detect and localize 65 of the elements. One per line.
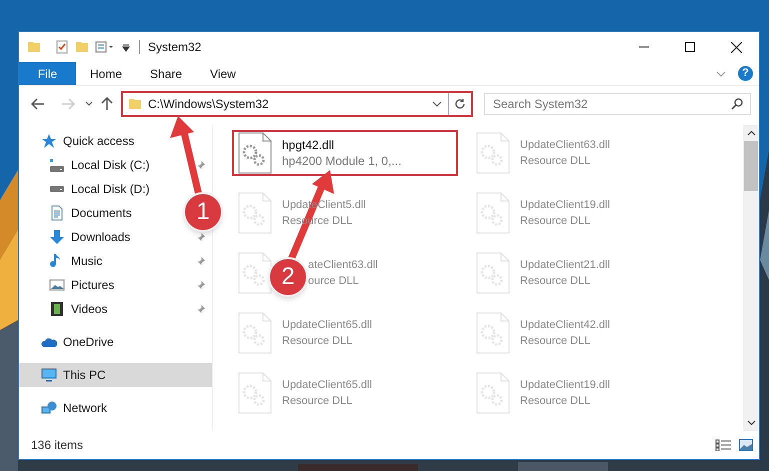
file-description: Resource DLL	[520, 274, 592, 289]
dropdown-caret-icon[interactable]	[121, 42, 131, 52]
file-description: Resource DLL	[282, 334, 354, 349]
pin-icon[interactable]	[195, 256, 206, 266]
film-icon	[49, 301, 65, 317]
chevron-down-icon[interactable]	[432, 100, 442, 106]
star-icon	[41, 133, 57, 149]
file-description: Resource DLL	[520, 394, 592, 409]
address-path: C:\Windows\System32	[148, 96, 269, 112]
large-icons-view-icon[interactable]	[739, 439, 753, 451]
window-title: System32	[148, 39, 202, 56]
nav-item[interactable]: Pictures	[49, 273, 114, 297]
nav-item[interactable]: OneDrive	[19, 330, 212, 354]
drive-icon	[49, 158, 65, 172]
file-description: Resource DLL	[282, 394, 354, 409]
nav-item[interactable]: Quick access	[19, 129, 212, 153]
pin-icon[interactable]	[195, 280, 206, 290]
ribbon-tab[interactable]: View	[196, 62, 250, 85]
search-icon[interactable]	[731, 98, 743, 110]
details-view-icon[interactable]	[715, 439, 732, 451]
nav-item[interactable]: Videos	[49, 297, 108, 321]
item-count: 136 items	[31, 437, 84, 454]
folder-icon	[128, 98, 142, 110]
checklist-icon[interactable]	[55, 40, 69, 54]
pin-icon[interactable]	[195, 304, 206, 314]
file-name[interactable]: hpgt42.dll	[282, 137, 402, 153]
nav-item[interactable]: Documents	[49, 201, 132, 225]
file-description: Resource DLL	[520, 334, 592, 349]
nav-item[interactable]: Downloads	[49, 225, 130, 249]
scrollbar[interactable]	[743, 125, 759, 431]
picture-icon	[49, 277, 65, 293]
nav-item[interactable]: This PC	[19, 363, 212, 387]
file-description: Resource DLL	[520, 154, 592, 169]
drive-icon	[49, 186, 65, 192]
file-description: ource DLL	[308, 274, 360, 289]
monitor-icon	[41, 367, 57, 383]
cloud-icon	[41, 338, 57, 346]
close-icon[interactable]	[730, 42, 742, 52]
nav-item[interactable]: Local Disk (C:)	[49, 153, 150, 177]
file-description: hp4200 Module 1, 0,...	[282, 153, 402, 169]
address-bar[interactable]: C:\Windows\System32	[121, 90, 473, 116]
search-field[interactable]: Search System32	[484, 92, 751, 114]
scrollbar-thumb[interactable]	[744, 141, 758, 191]
pin-icon[interactable]	[195, 160, 206, 170]
nav-item[interactable]: Network	[19, 396, 212, 420]
scroll-down-icon[interactable]	[746, 420, 756, 426]
document-icon	[49, 205, 65, 221]
file-description: Resource DLL	[520, 214, 592, 229]
maximize-icon[interactable]	[685, 42, 695, 52]
back-arrow-icon[interactable]	[31, 98, 45, 110]
properties-icon[interactable]	[95, 40, 115, 54]
help-button[interactable]: ?	[738, 66, 753, 81]
scroll-up-icon[interactable]	[746, 130, 756, 136]
network-globe-icon	[41, 400, 57, 416]
download-arrow-icon	[49, 229, 65, 245]
minimize-icon[interactable]	[639, 46, 649, 48]
chevron-down-icon[interactable]	[85, 100, 93, 106]
file-menu-button[interactable]: File	[19, 62, 76, 85]
nav-item[interactable]: Music	[49, 249, 102, 273]
pin-icon[interactable]	[195, 232, 206, 242]
nav-item[interactable]: Local Disk (D:)	[49, 177, 150, 201]
refresh-icon[interactable]	[454, 98, 466, 110]
ribbon-tab[interactable]: Share	[136, 62, 196, 85]
up-arrow-icon[interactable]	[101, 96, 113, 110]
ribbon-tab[interactable]: Home	[76, 62, 136, 85]
